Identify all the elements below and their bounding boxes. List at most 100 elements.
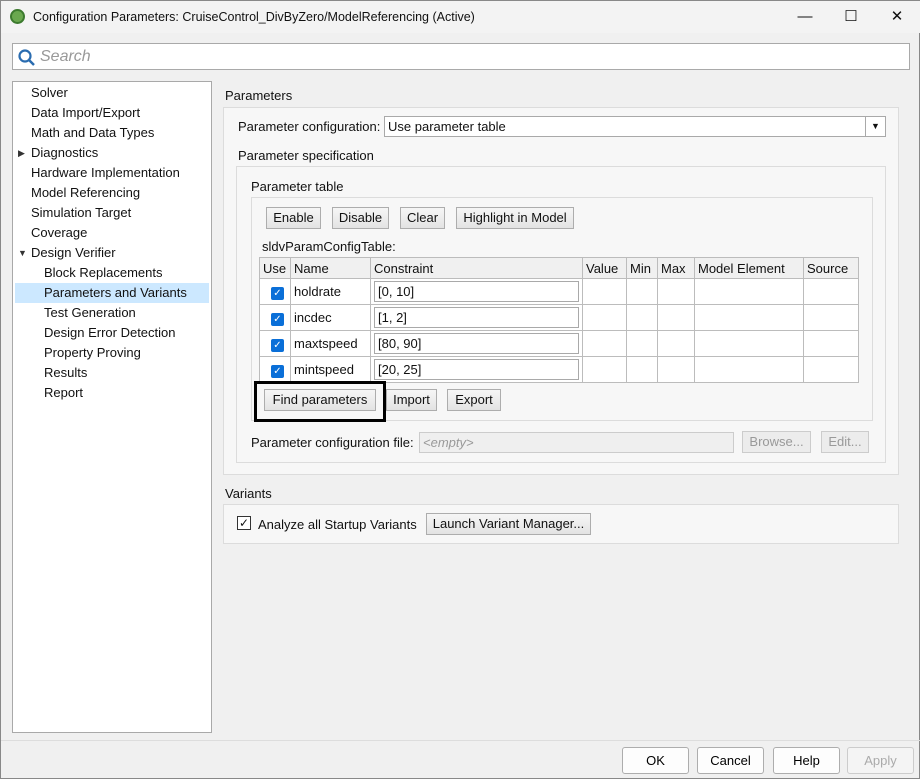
tree-item-label: Simulation Target [31,205,132,220]
table-row: ✓ mintspeed [20, 25] [259,356,859,383]
tree-item[interactable]: Simulation Target [15,203,209,223]
max-cell [657,330,695,357]
tree-item-label: Property Proving [44,345,141,360]
use-cell: ✓ [259,278,291,305]
max-cell [657,356,695,383]
export-button[interactable]: Export [447,389,501,411]
table-row: ✓ incdec [1, 2] [259,304,859,331]
close-button[interactable]: ✕ [877,5,917,29]
dropdown-value: Use parameter table [388,119,506,134]
tree-item[interactable]: Property Proving [15,343,209,363]
tree-item-label: Test Generation [44,305,136,320]
tree-item[interactable]: Data Import/Export [15,103,209,123]
chevron-down-icon: ▼ [865,117,885,136]
column-header: Use [259,257,291,279]
min-cell [626,278,658,305]
constraint-input[interactable]: [80, 90] [374,333,579,354]
highlight-in-model-button[interactable]: Highlight in Model [456,207,574,229]
constraint-input[interactable]: [20, 25] [374,359,579,380]
parameter-configuration-dropdown[interactable]: Use parameter table ▼ [384,116,886,137]
apply-button[interactable]: Apply [847,747,914,774]
expand-arrow-icon[interactable]: ▶ [18,143,25,163]
min-cell [626,356,658,383]
source-cell [803,330,859,357]
use-checkbox[interactable]: ✓ [271,338,284,352]
tree-item[interactable]: ▶ Diagnostics [15,143,209,163]
config-label: Parameter configuration: [238,119,381,134]
tree-item[interactable]: ▼ Design Verifier [15,243,209,263]
source-cell [803,304,859,331]
spec-label: Parameter specification [238,148,374,163]
use-checkbox[interactable]: ✓ [271,286,284,300]
source-cell [803,356,859,383]
tree-item[interactable]: Math and Data Types [15,123,209,143]
tree-item[interactable]: Design Error Detection [15,323,209,343]
column-header: Constraint [370,257,583,279]
max-cell [657,278,695,305]
value-cell [582,278,627,305]
search-input[interactable]: Search [12,43,910,70]
column-header: Model Element [694,257,804,279]
tree-item-label: Diagnostics [31,145,99,160]
column-header: Value [582,257,627,279]
constraint-cell: [0, 10] [370,278,583,305]
tree-item[interactable]: Test Generation [15,303,209,323]
find-parameters-button[interactable]: Find parameters [264,389,376,411]
import-button[interactable]: Import [386,389,437,411]
model-element-cell [694,304,804,331]
use-cell: ✓ [259,356,291,383]
source-cell [803,278,859,305]
browse-button[interactable]: Browse... [742,431,811,453]
name-cell: maxtspeed [290,330,371,357]
use-checkbox[interactable]: ✓ [271,364,284,378]
tree-item-label: Report [44,385,84,400]
constraint-cell: [80, 90] [370,330,583,357]
tree-item[interactable]: Block Replacements [15,263,209,283]
enable-button[interactable]: Enable [266,207,321,229]
name-cell: holdrate [290,278,371,305]
table-label: Parameter table [251,179,344,194]
model-element-cell [694,330,804,357]
help-button[interactable]: Help [773,747,840,774]
tree-item[interactable]: Results [15,363,209,383]
analyze-variants-checkbox[interactable]: ✓ [237,516,251,530]
ok-button[interactable]: OK [622,747,689,774]
model-element-cell [694,356,804,383]
tree-item-label: Model Referencing [31,185,141,200]
parameter-table: Use Name Constraint Value Min Max Model Elemen… [259,257,859,383]
collapse-arrow-icon[interactable]: ▼ [18,243,27,263]
launch-variant-manager-button[interactable]: Launch Variant Manager... [426,513,591,535]
use-cell: ✓ [259,330,291,357]
tree-item-label: Parameters and Variants [44,285,187,300]
constraint-input[interactable]: [1, 2] [374,307,579,328]
tree-item[interactable]: Report [15,383,209,403]
tree-item-label: Design Verifier [31,245,116,260]
table-row: ✓ maxtspeed [80, 90] [259,330,859,357]
column-header: Min [626,257,658,279]
edit-button[interactable]: Edit... [821,431,869,453]
app-gear-icon [10,9,25,24]
constraint-input[interactable]: [0, 10] [374,281,579,302]
disable-button[interactable]: Disable [332,207,389,229]
tree-item[interactable]: Hardware Implementation [15,163,209,183]
tree-item[interactable]: Model Referencing [15,183,209,203]
maximize-button[interactable]: ☐ [831,5,871,29]
clear-button[interactable]: Clear [400,207,445,229]
tree-item[interactable]: Coverage [15,223,209,243]
tree-item[interactable]: Solver [15,83,209,103]
min-cell [626,330,658,357]
model-element-cell [694,278,804,305]
column-header: Name [290,257,371,279]
tree-item[interactable]: Parameters and Variants [15,283,209,303]
minimize-button[interactable]: — [785,5,825,29]
name-cell: incdec [290,304,371,331]
tree-item-label: Results [44,365,88,380]
constraint-cell: [20, 25] [370,356,583,383]
parameters-heading: Parameters [225,88,293,103]
config-file-input[interactable]: <empty> [419,432,734,453]
use-checkbox[interactable]: ✓ [271,312,284,326]
cancel-button[interactable]: Cancel [697,747,764,774]
name-cell: mintspeed [290,356,371,383]
footer-divider [1,740,920,741]
tree-item-label: Solver [31,85,68,100]
